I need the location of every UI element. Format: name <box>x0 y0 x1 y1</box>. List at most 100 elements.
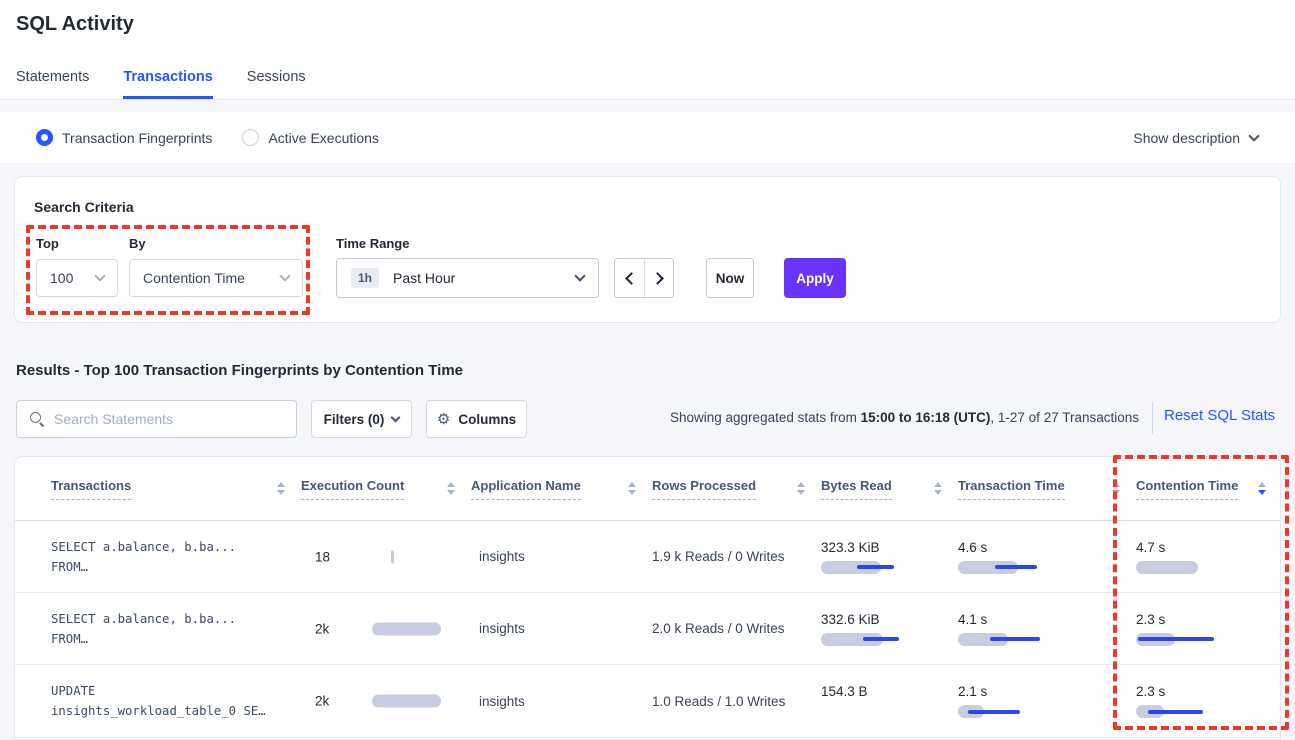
chevron-down-icon <box>574 270 585 281</box>
transaction-time-value: 4.6 s <box>958 540 1136 555</box>
sort-icon[interactable] <box>1112 482 1120 495</box>
tab-transactions[interactable]: Transactions <box>123 69 212 99</box>
top-select[interactable]: 100 <box>36 259 118 297</box>
bytes-read-value: 332.6 KiB <box>821 612 958 627</box>
bytes-read-cell: 154.3 B <box>821 684 958 718</box>
contention-time-stddev-line <box>1148 710 1203 714</box>
application-name-value: insights <box>471 621 652 636</box>
execution-count-cell: 2k <box>301 593 471 664</box>
filters-button[interactable]: Filters (0) <box>311 400 412 438</box>
time-range-value: Past Hour <box>393 270 576 286</box>
gear-icon: ⚙ <box>437 410 450 428</box>
column-header-application-name[interactable]: Application Name <box>471 478 652 500</box>
chevron-left-icon <box>625 272 638 285</box>
column-header-transactions[interactable]: Transactions <box>15 478 301 500</box>
query-line-2: FROM… <box>51 629 301 649</box>
execution-count-value: 18 <box>315 549 330 564</box>
column-label: Bytes Read <box>821 478 892 500</box>
time-prev-button[interactable] <box>615 259 644 297</box>
sort-icon[interactable] <box>628 482 636 495</box>
query-line-1: UPDATE <box>51 681 301 701</box>
bytes-read-cell: 332.6 KiB <box>821 612 958 646</box>
sort-icon[interactable] <box>277 482 285 495</box>
transaction-fingerprint-link[interactable]: UPDATE insights_workload_table_0 SE… <box>15 681 301 721</box>
bytes-read-value: 154.3 B <box>821 684 958 699</box>
contention-time-value: 2.3 s <box>1136 684 1281 699</box>
contention-time-value: 4.7 s <box>1136 540 1281 555</box>
transaction-time-value: 4.1 s <box>958 612 1136 627</box>
bytes-read-cell: 323.3 KiB <box>821 540 958 574</box>
show-description-label: Show description <box>1133 130 1240 146</box>
now-button[interactable]: Now <box>706 258 754 298</box>
contention-time-value: 2.3 s <box>1136 612 1281 627</box>
sort-icon-active-desc[interactable] <box>1258 482 1266 495</box>
columns-label: Columns <box>458 412 516 427</box>
time-next-button[interactable] <box>644 259 673 297</box>
transaction-time-stddev-line <box>968 710 1020 714</box>
column-label: Contention Time <box>1136 478 1238 500</box>
by-select-value: Contention Time <box>143 270 245 286</box>
bytes-read-stddev-line <box>863 637 899 641</box>
chevron-down-icon <box>1248 130 1259 141</box>
show-description-toggle[interactable]: Show description <box>1133 130 1258 146</box>
time-range-select[interactable]: 1h Past Hour <box>336 258 599 298</box>
stats-suffix: , 1-27 of 27 Transactions <box>990 410 1139 425</box>
execution-count-value: 2k <box>315 621 329 636</box>
execution-count-cell: 2k <box>301 665 471 737</box>
column-header-execution-count[interactable]: Execution Count <box>301 478 471 500</box>
stats-time-range: 15:00 to 16:18 (UTC) <box>861 410 991 425</box>
column-header-rows-processed[interactable]: Rows Processed <box>652 478 821 500</box>
columns-button[interactable]: ⚙ Columns <box>426 400 527 438</box>
filters-label: Filters (0) <box>324 412 385 427</box>
tab-sessions[interactable]: Sessions <box>247 69 306 99</box>
execution-count-cell: 18 <box>301 521 471 592</box>
sort-icon[interactable] <box>447 482 455 495</box>
chevron-down-icon <box>94 270 105 281</box>
contention-time-stddev-line <box>1138 637 1214 641</box>
time-range-badge: 1h <box>351 268 379 288</box>
apply-button[interactable]: Apply <box>784 258 846 298</box>
transaction-time-cell: 4.6 s <box>958 540 1136 574</box>
table-row: SELECT a.balance, b.ba... FROM… 2k insig… <box>15 593 1280 665</box>
transaction-fingerprint-link[interactable]: SELECT a.balance, b.ba... FROM… <box>15 537 301 577</box>
chevron-down-icon <box>279 270 290 281</box>
tab-statements[interactable]: Statements <box>16 69 89 99</box>
sort-icon[interactable] <box>797 482 805 495</box>
execution-count-value: 2k <box>315 694 329 709</box>
query-line-1: SELECT a.balance, b.ba... <box>51 537 301 557</box>
column-header-contention-time[interactable]: Contention Time <box>1136 478 1281 500</box>
column-label: Transactions <box>51 478 131 500</box>
radio-transaction-fingerprints[interactable]: Transaction Fingerprints <box>36 129 212 146</box>
search-statements-input[interactable] <box>54 411 284 427</box>
radio-selected-icon[interactable] <box>36 129 53 146</box>
column-header-transaction-time[interactable]: Transaction Time <box>958 478 1136 500</box>
execution-count-bar <box>372 695 441 708</box>
search-criteria-card: Search Criteria Top 100 By Contention Ti… <box>14 176 1281 323</box>
bytes-read-stddev-line <box>857 565 894 569</box>
sql-activity-page: SQL Activity Statements Transactions Ses… <box>0 0 1295 740</box>
table-header-row: Transactions Execution Count Application… <box>15 457 1280 521</box>
page-title: SQL Activity <box>16 13 134 36</box>
top-label: Top <box>36 236 59 251</box>
contention-time-cell: 4.7 s <box>1136 540 1281 574</box>
time-range-label: Time Range <box>336 236 409 251</box>
sort-icon[interactable] <box>934 482 942 495</box>
contention-time-cell: 2.3 s <box>1136 612 1281 646</box>
radio-active-executions[interactable]: Active Executions <box>242 129 379 146</box>
query-line-2: FROM… <box>51 557 301 577</box>
radio-label: Transaction Fingerprints <box>62 130 212 146</box>
transaction-time-cell: 2.1 s <box>958 684 1136 718</box>
top-select-value: 100 <box>50 270 73 286</box>
column-header-bytes-read[interactable]: Bytes Read <box>821 478 958 500</box>
contention-time-bar <box>1136 561 1198 574</box>
reset-sql-stats-link[interactable]: Reset SQL Stats <box>1164 407 1275 424</box>
transaction-time-stddev-line <box>990 637 1040 641</box>
column-label: Application Name <box>471 478 581 500</box>
application-name-value: insights <box>471 694 652 709</box>
execution-count-bar <box>372 622 441 635</box>
transaction-fingerprint-link[interactable]: SELECT a.balance, b.ba... FROM… <box>15 609 301 649</box>
page-header: SQL Activity Statements Transactions Ses… <box>0 0 1295 100</box>
radio-unselected-icon[interactable] <box>242 129 259 146</box>
application-name-value: insights <box>471 549 652 564</box>
by-select[interactable]: Contention Time <box>129 259 303 297</box>
